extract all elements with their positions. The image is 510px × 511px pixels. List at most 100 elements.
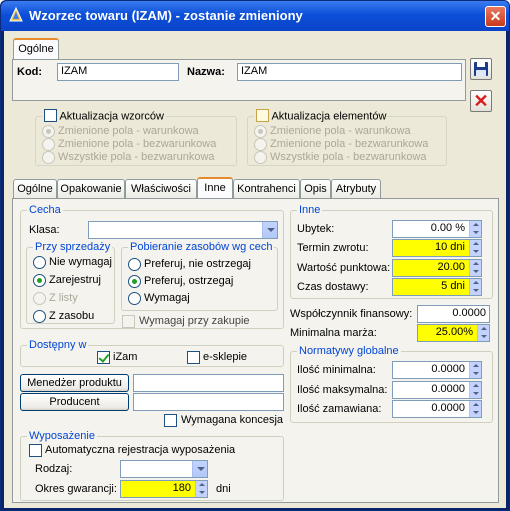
aktualizacja-elementow-checkbox[interactable]	[256, 109, 269, 122]
wartosc-punktowa-input[interactable]: 20.00	[392, 259, 482, 277]
nazwa-input[interactable]: IZAM	[237, 63, 462, 81]
spinner-icon[interactable]	[469, 240, 481, 256]
tab-atrybuty[interactable]: Atrybuty	[331, 179, 381, 199]
elementow-option-3: Wszystkie pola - bezwarunkowa	[270, 151, 427, 163]
wyposazenie-title: Wyposażenie	[27, 430, 97, 442]
okres-gwarancji-unit: dni	[216, 483, 231, 495]
aktualizacja-wzorcow-checkbox[interactable]	[44, 109, 57, 122]
tab-wlasciwosci[interactable]: Właściwości	[125, 179, 197, 199]
cancel-button[interactable]: ✕	[470, 90, 492, 112]
client-area: Ogólne Kod: IZAM Nazwa: IZAM ✕ Aktualiza…	[4, 31, 506, 508]
wymagana-koncesja-checkbox[interactable]	[164, 414, 177, 427]
spinner-icon[interactable]	[469, 401, 481, 417]
tab-opis[interactable]: Opis	[300, 179, 331, 199]
radio-z-listy[interactable]	[33, 292, 46, 305]
option-wymagaj: Wymagaj	[144, 292, 190, 304]
chevron-down-icon[interactable]	[192, 461, 207, 477]
esklepie-checkbox[interactable]	[187, 351, 200, 364]
menedzer-produktu-input[interactable]	[133, 374, 284, 392]
radio-zarejestruj[interactable]	[33, 274, 46, 287]
minimalna-marza-input[interactable]: 25.00%	[417, 324, 490, 342]
close-icon[interactable]: ✕	[485, 6, 506, 27]
wartosc-punktowa-value: 20.00	[437, 261, 465, 273]
aktualizacja-elementow-title: Aktualizacja elementów	[254, 109, 389, 123]
normatywy-group: Normatywy globalne Ilość minimalna: 0.00…	[290, 345, 493, 423]
tab-ogolne[interactable]: Ogólne	[13, 179, 57, 199]
radio-z-zasobu[interactable]	[33, 310, 46, 323]
ilosc-maksymalna-value: 0.0000	[431, 383, 465, 395]
ubytek-value: 0.00 %	[430, 222, 465, 234]
minimalna-marza-value: 25.00%	[435, 326, 473, 338]
izam-checkbox[interactable]	[97, 351, 110, 364]
klasa-label: Klasa:	[29, 224, 60, 236]
app-icon	[9, 7, 23, 22]
normatywy-title: Normatywy globalne	[297, 345, 401, 357]
spinner-icon[interactable]	[469, 362, 481, 378]
rodzaj-select[interactable]	[120, 460, 208, 478]
okres-gwarancji-label: Okres gwarancji:	[35, 483, 117, 495]
okres-gwarancji-input[interactable]: 180	[120, 480, 208, 498]
wyposazenie-group: Wyposażenie Automatyczna rejestracja wyp…	[20, 430, 284, 501]
option-zarejestruj: Zarejestruj	[49, 274, 101, 286]
save-button[interactable]	[470, 58, 492, 80]
radio-preferuj-nie-ostrzegaj[interactable]	[128, 258, 141, 271]
dostepny-w-title: Dostępny w	[27, 339, 89, 351]
option-preferuj-ostrzegaj: Preferuj, ostrzegaj	[144, 275, 234, 287]
ilosc-zamawiana-value: 0.0000	[431, 402, 465, 414]
wspolczynnik-label: Współczynnik finansowy:	[290, 308, 413, 320]
inne-title: Inne	[297, 204, 323, 216]
tab-top-ogolne[interactable]: Ogólne	[13, 38, 59, 60]
nazwa-label: Nazwa:	[187, 66, 225, 78]
spinner-icon[interactable]	[469, 221, 481, 237]
czas-dostawy-value: 5 dni	[441, 280, 465, 292]
tab-kontrahenci[interactable]: Kontrahenci	[233, 179, 300, 199]
ilosc-maksymalna-input[interactable]: 0.0000	[392, 381, 482, 399]
spinner-icon[interactable]	[469, 382, 481, 398]
termin-zwrotu-label: Termin zwrotu:	[297, 242, 369, 254]
wartosc-punktowa-label: Wartość punktowa:	[297, 262, 391, 274]
spinner-icon[interactable]	[195, 481, 207, 497]
ilosc-zamawiana-label: Ilość zamawiana:	[297, 403, 382, 415]
wspolczynnik-input[interactable]: 0.0000	[417, 305, 490, 323]
top-panel: Kod: IZAM Nazwa: IZAM	[12, 59, 466, 101]
elementow-radio-1[interactable]	[254, 125, 267, 138]
termin-zwrotu-input[interactable]: 10 dni	[392, 239, 482, 257]
producent-input[interactable]	[133, 393, 284, 411]
radio-preferuj-ostrzegaj[interactable]	[128, 275, 141, 288]
klasa-select[interactable]	[88, 221, 278, 239]
elementow-radio-2[interactable]	[254, 138, 267, 151]
tab-opakowanie[interactable]: Opakowanie	[57, 179, 125, 199]
wzorcow-radio-3[interactable]	[42, 151, 55, 164]
automatyczna-rejestracja-checkbox[interactable]	[29, 444, 42, 457]
wzorcow-option-2: Zmienione pola - bezwarunkowa	[58, 138, 217, 150]
radio-wymagaj[interactable]	[128, 292, 141, 305]
spinner-icon[interactable]	[477, 325, 489, 341]
aktualizacja-elementow-label: Aktualizacja elementów	[271, 110, 387, 123]
radio-nie-wymagaj[interactable]	[33, 256, 46, 269]
czas-dostawy-input[interactable]: 5 dni	[392, 278, 482, 296]
wymagaj-przy-zakupie-checkbox[interactable]	[122, 315, 135, 328]
ilosc-zamawiana-input[interactable]: 0.0000	[392, 400, 482, 418]
producent-button[interactable]: Producent	[20, 393, 129, 411]
pobieranie-title: Pobieranie zasobów wg cech	[128, 241, 275, 253]
menedzer-produktu-button[interactable]: Menedżer produktu	[20, 374, 129, 392]
wzorcow-option-3: Wszystkie pola - bezwarunkowa	[58, 151, 215, 163]
chevron-down-icon[interactable]	[262, 222, 277, 238]
ilosc-minimalna-input[interactable]: 0.0000	[392, 361, 482, 379]
spinner-icon[interactable]	[469, 260, 481, 276]
przy-sprzedazy-title: Przy sprzedaży	[33, 241, 113, 253]
wymagana-koncesja-label: Wymagana koncesja	[181, 414, 284, 426]
wzorcow-radio-2[interactable]	[42, 138, 55, 151]
option-preferuj-nie-ostrzegaj: Preferuj, nie ostrzegaj	[144, 258, 251, 270]
spinner-icon[interactable]	[469, 279, 481, 295]
okres-gwarancji-value: 180	[172, 482, 191, 494]
wzorcow-radio-1[interactable]	[42, 125, 55, 138]
ilosc-minimalna-label: Ilość minimalna:	[297, 364, 376, 376]
aktualizacja-elementow-group: Aktualizacja elementów Zmienione pola - …	[247, 109, 447, 166]
tab-inne[interactable]: Inne	[197, 177, 233, 199]
title-bar[interactable]: Wzorzec towaru (IZAM) - zostanie zmienio…	[1, 1, 509, 31]
rodzaj-label: Rodzaj:	[35, 463, 73, 475]
kod-input[interactable]: IZAM	[57, 63, 179, 81]
ubytek-input[interactable]: 0.00 %	[392, 220, 482, 238]
elementow-radio-3[interactable]	[254, 151, 267, 164]
